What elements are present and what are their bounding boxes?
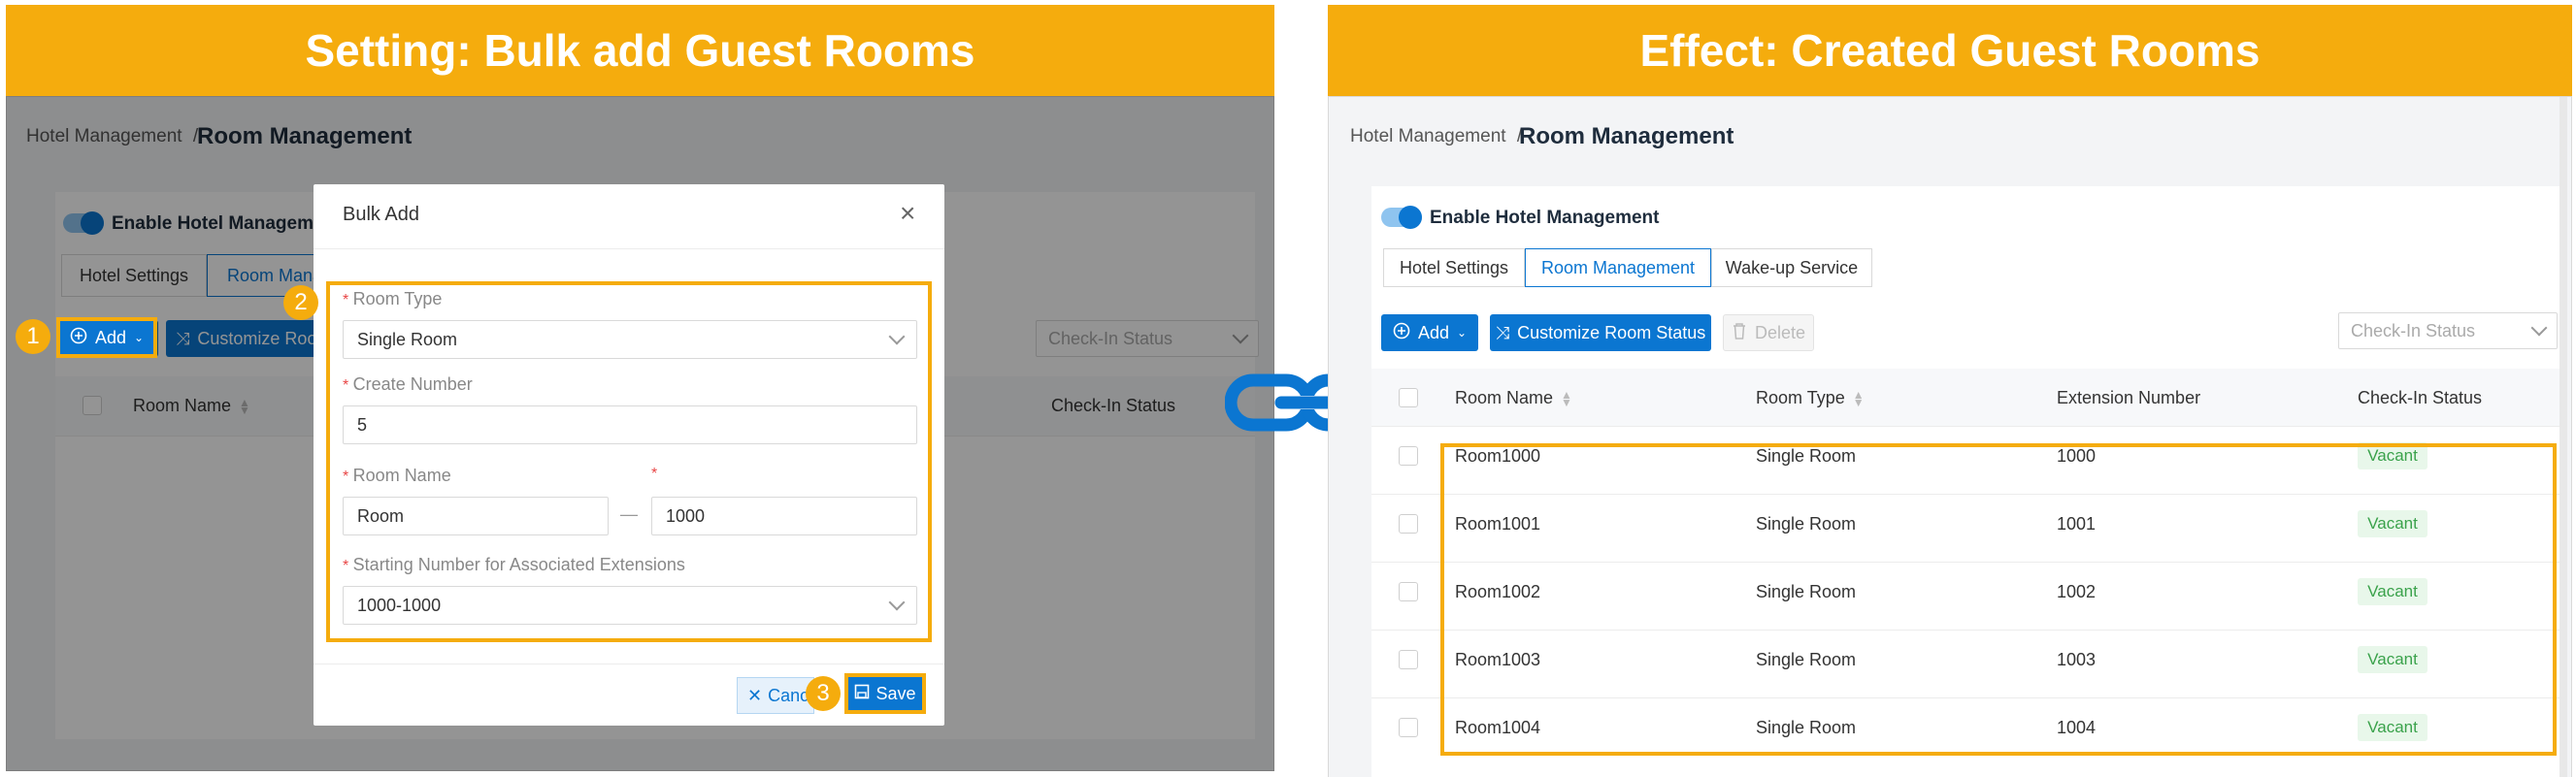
step-1-badge: 1	[16, 319, 50, 354]
step-3-badge: 3	[806, 676, 841, 711]
plus-circle-icon	[1393, 322, 1410, 344]
step-number: 1	[26, 323, 40, 349]
left-banner: Setting: Bulk add Guest Rooms	[6, 5, 1274, 96]
tab-label: Wake-up Service	[1725, 257, 1859, 277]
cancel-button[interactable]: ✕ Canc	[737, 677, 814, 714]
dialog-header-divider	[314, 248, 944, 249]
left-banner-title: Setting: Bulk add Guest Rooms	[305, 25, 975, 76]
add-button-label: Add	[94, 327, 126, 347]
add-button-highlight[interactable]: Add ⌄	[56, 317, 157, 358]
column-room-name[interactable]: Room Name ▲ ▼	[1455, 388, 1572, 408]
row-checkbox[interactable]	[1399, 582, 1418, 601]
step-number: 3	[816, 680, 830, 706]
row-checkbox[interactable]	[1399, 446, 1418, 466]
plus-circle-icon	[70, 327, 87, 349]
enable-label: Enable Hotel Management	[1430, 208, 1660, 228]
check-in-status-filter[interactable]: Check-In Status	[2338, 312, 2558, 349]
delete-button-label: Delete	[1754, 322, 1806, 342]
sort-icon: ▲ ▼	[1561, 388, 1572, 410]
step-number: 2	[294, 289, 308, 315]
table-header: Room Name ▲ ▼ Room Type ▲ ▼ Extension Number…	[1371, 369, 2559, 427]
close-icon[interactable]: ×	[900, 198, 915, 229]
close-icon: ✕	[747, 685, 763, 705]
row-checkbox[interactable]	[1399, 718, 1418, 737]
tab-room-management[interactable]: Room Management	[1525, 248, 1711, 287]
enable-toggle[interactable]	[1381, 206, 1422, 229]
form-highlight	[326, 281, 932, 642]
row-checkbox[interactable]	[1399, 514, 1418, 534]
column-check-in-status: Check-In Status	[2358, 388, 2483, 407]
dialog-title: Bulk Add	[343, 204, 419, 225]
tab-label: Hotel Settings	[1399, 257, 1509, 277]
right-banner-title: Effect: Created Guest Rooms	[1639, 25, 2261, 76]
right-banner: Effect: Created Guest Rooms	[1328, 5, 2572, 96]
tab-label: Room Management	[1540, 257, 1696, 277]
save-label: Save	[875, 683, 916, 703]
column-label: Room Type	[1756, 388, 1845, 407]
trash-icon	[1732, 322, 1747, 344]
shuffle-icon: ⤨	[1495, 322, 1510, 342]
add-button-label: Add	[1417, 322, 1449, 342]
scrollbar[interactable]	[2559, 97, 2567, 777]
breadcrumb: Hotel Management /	[1350, 126, 1528, 147]
tab-hotel-settings[interactable]: Hotel Settings	[1383, 248, 1525, 287]
save-icon	[854, 684, 870, 704]
breadcrumb-parent[interactable]: Hotel Management	[1350, 126, 1506, 146]
sort-icon: ▲ ▼	[1852, 388, 1865, 410]
chevron-down-icon: ⌄	[133, 331, 145, 344]
select-all-checkbox[interactable]	[1399, 388, 1418, 407]
add-button[interactable]: Add ⌄	[1381, 314, 1478, 351]
chevron-down-icon	[2530, 319, 2548, 337]
column-extension-number: Extension Number	[2057, 388, 2201, 407]
customize-button-label: Customize Room Status	[1517, 322, 1706, 342]
tab-wake-up-service[interactable]: Wake-up Service	[1711, 248, 1872, 287]
delete-button[interactable]: Delete	[1723, 314, 1814, 351]
column-room-type[interactable]: Room Type ▲ ▼	[1756, 388, 1865, 408]
chevron-down-icon: ⌄	[1456, 326, 1468, 340]
filter-placeholder: Check-In Status	[2351, 320, 2476, 340]
save-button[interactable]: Save	[844, 673, 926, 714]
created-rows-highlight	[1440, 443, 2557, 756]
column-label: Room Name	[1455, 388, 1554, 407]
customize-room-status-button[interactable]: ⤨ Customize Room Status	[1490, 314, 1711, 351]
page-title: Room Management	[1519, 123, 1734, 149]
step-2-badge: 2	[283, 285, 318, 320]
cancel-label: Canc	[768, 685, 809, 705]
row-checkbox[interactable]	[1399, 650, 1418, 669]
